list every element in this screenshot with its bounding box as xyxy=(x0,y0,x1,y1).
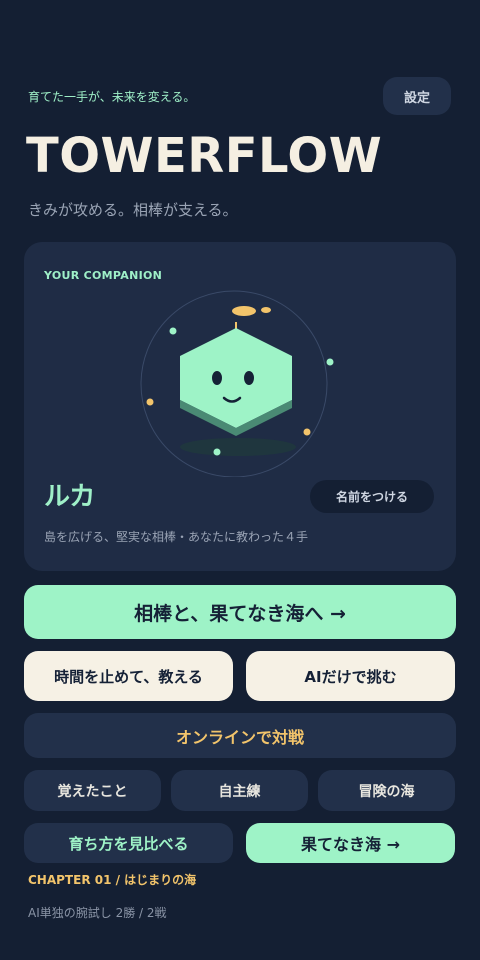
companion-card: YOUR COMPANION ルカ 名前をつける 島を広げる、堅実な相棒・あなた… xyxy=(24,242,456,571)
companion-eye-left xyxy=(212,371,222,385)
compare-growth-button[interactable]: 育ち方を見比べる xyxy=(24,823,233,863)
online-battle-button[interactable]: オンラインで対戦 xyxy=(24,713,456,758)
sprout-leaf xyxy=(232,306,256,316)
start-endless-with-companion-button[interactable]: 相棒と、果てなき海へ → xyxy=(24,585,456,639)
endless-sea-button[interactable]: 果てなき海 → xyxy=(246,823,455,863)
companion-name: ルカ xyxy=(44,482,96,512)
companion-section-label: YOUR COMPANION xyxy=(44,269,163,282)
orbit-dot xyxy=(169,327,177,335)
orbit-dot xyxy=(303,428,311,436)
app-title: TOWERFLOW xyxy=(26,128,383,184)
pause-and-teach-button[interactable]: 時間を止めて、教える xyxy=(24,651,233,701)
adventure-sea-button[interactable]: 冒険の海 xyxy=(318,770,455,811)
name-companion-button[interactable]: 名前をつける xyxy=(310,480,434,513)
companion-illustration xyxy=(140,290,334,477)
settings-button[interactable]: 設定 xyxy=(383,77,451,115)
sprout-leaf xyxy=(261,307,271,313)
orbit-dot xyxy=(213,448,221,456)
ground-shadow xyxy=(180,438,296,456)
companion-description: 島を広げる、堅実な相棒・あなたに教わった４手 xyxy=(44,530,309,544)
ai-only-challenge-button[interactable]: AIだけで挑む xyxy=(246,651,455,701)
app-subtitle: きみが攻める。相棒が支える。 xyxy=(28,201,238,219)
ai-solo-record: AI単独の腕試し 2勝 / 2戦 xyxy=(28,906,167,920)
learned-button[interactable]: 覚えたこと xyxy=(24,770,161,811)
companion-eye-right xyxy=(244,371,254,385)
chapter-label: CHAPTER 01 / はじまりの海 xyxy=(28,873,197,887)
self-practice-button[interactable]: 自主練 xyxy=(171,770,308,811)
orbit-dot xyxy=(146,398,154,406)
tagline: 育てた一手が、未来を変える。 xyxy=(28,90,196,104)
orbit-dot xyxy=(326,358,334,366)
